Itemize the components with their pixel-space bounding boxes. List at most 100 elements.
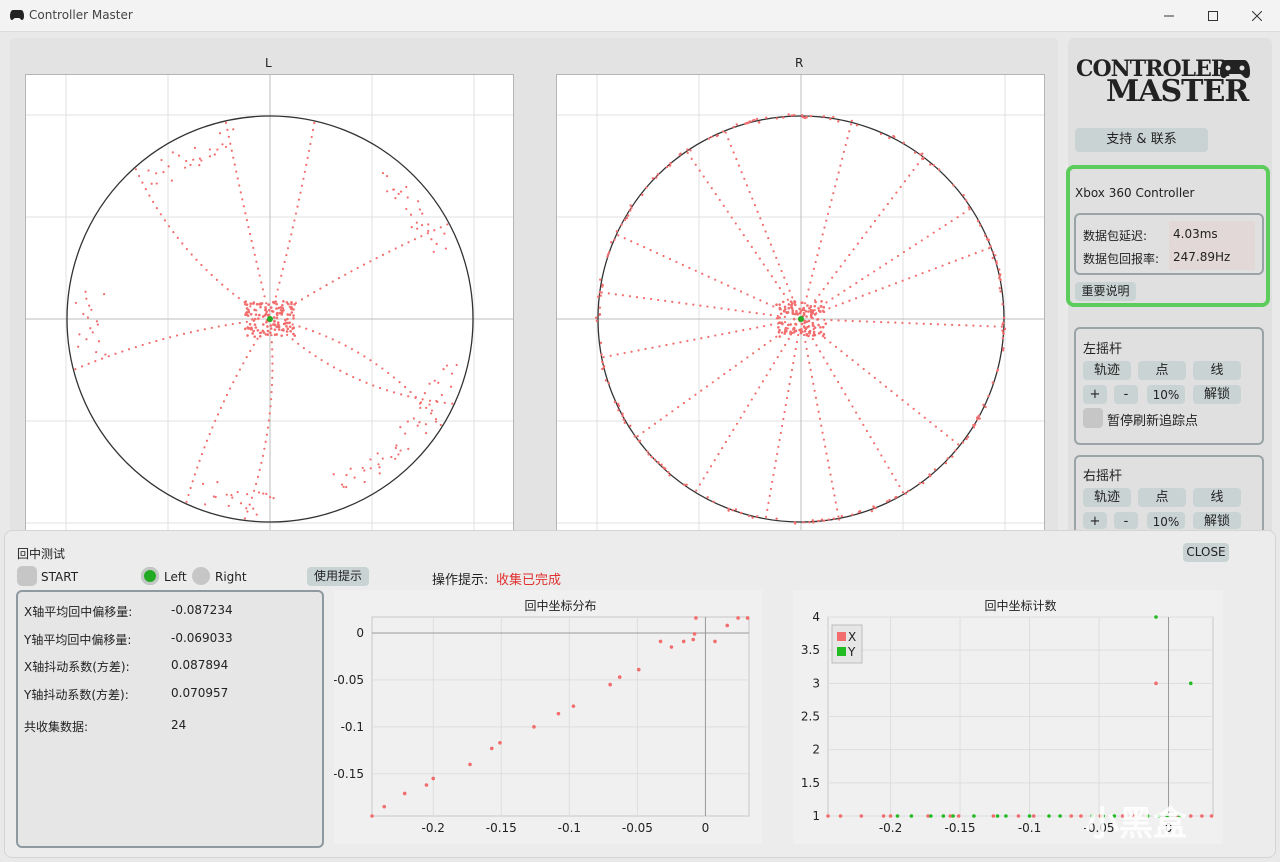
minimize-button[interactable] [1146,0,1192,31]
stat-label: Y轴平均回中偏移量: [24,633,132,647]
left-radio-label: Left [164,570,187,584]
left-plus-button[interactable]: + [1083,385,1107,404]
right-stick-plot [556,74,1045,532]
data-point [1004,814,1008,818]
right-unlock-button[interactable]: 解锁 [1193,512,1241,529]
y-tick-label: 1 [812,809,820,823]
y-tick-label: -0.15 [334,767,364,781]
latency-label: 数据包延迟: [1083,229,1148,243]
data-point [370,814,374,818]
data-point [1154,615,1158,619]
x-tick-label: -0.15 [486,821,517,835]
data-point [1047,814,1051,818]
data-point [956,814,961,818]
chart-title: 回中坐标计数 [984,598,1056,613]
y-tick-label: -0.1 [341,720,364,734]
legend-swatch [837,647,846,656]
data-point [713,639,717,644]
maximize-button[interactable] [1190,0,1236,31]
right-minus-button[interactable]: - [1114,512,1138,529]
left-unlock-button[interactable]: 解锁 [1193,385,1241,404]
y-tick-label: 4 [812,610,820,624]
left-stick-canvas [26,75,513,531]
left-trail-button[interactable]: 轨迹 [1083,361,1131,380]
data-point [929,814,933,818]
left-minus-button[interactable]: - [1114,385,1138,404]
right-line-button[interactable]: 线 [1193,488,1241,507]
rate-label: 数据包回报率: [1083,252,1160,266]
data-point [691,637,695,642]
legend-label: Y [847,645,856,659]
data-point [617,675,622,679]
data-point [1031,814,1036,818]
data-point [1209,814,1214,818]
maximize-icon [1208,10,1218,21]
x-tick-label: 0 [702,821,710,835]
right-radio[interactable] [192,567,210,585]
right-trail-button[interactable]: 轨迹 [1083,488,1131,507]
pause-refresh-checkbox[interactable] [1083,408,1103,428]
left-percent-button[interactable]: 10% [1147,385,1185,404]
data-point [468,762,472,767]
data-point [1188,814,1193,818]
left-radio[interactable] [141,567,159,585]
data-point [1079,814,1083,818]
app-logo: CONTROLER MASTER [1076,56,1256,112]
left-stick-plot [25,74,514,532]
data-point [972,814,976,818]
data-point [382,804,387,809]
watermark: 小黑盒 [1085,804,1187,844]
rate-value: 247.89Hz [1173,250,1231,264]
operation-status: 收集已完成 [496,573,562,588]
legend-box [831,624,863,664]
gamepad-icon [10,10,24,20]
close-icon [1252,10,1262,21]
right-dot-button[interactable]: 点 [1138,488,1186,507]
right-percent-button[interactable]: 10% [1147,512,1185,529]
right-plus-button[interactable]: + [1083,512,1107,529]
right-stick-canvas [557,75,1044,531]
data-point [995,814,1000,818]
data-point [736,616,740,620]
important-notes-button[interactable]: 重要说明 [1075,282,1136,301]
legend-label: X [848,630,856,644]
data-point [725,623,730,628]
y-tick-label: 3 [812,676,820,690]
operation-hint-label: 操作提示: [432,573,489,588]
legend-swatch [837,632,846,641]
left-line-button[interactable]: 线 [1193,361,1241,380]
data-point [608,682,612,687]
data-point [692,632,697,636]
data-point [1027,814,1032,818]
center-dot [267,316,273,322]
stat-value: 24 [171,718,187,732]
data-point [838,814,843,818]
window-title: Controller Master [29,8,133,22]
left-dot-button[interactable]: 点 [1138,361,1186,380]
data-point [1200,814,1204,818]
distribution-chart-svg: 回中坐标分布 -0.2 -0.15 -0.1 -0.05 0 0 -0.05 -0.1 -0.15 [333,598,750,835]
close-window-button[interactable] [1234,0,1280,31]
data-point [532,725,536,729]
pause-refresh-label: 暂停刷新追踪点 [1107,414,1199,429]
data-point [636,667,641,672]
left-stick-title: 左摇杆 [1083,342,1123,357]
y-tick-label: 2 [812,743,820,757]
trace-points [74,121,458,520]
device-name: Xbox 360 Controller [1075,186,1195,200]
support-contact-button[interactable]: 支持 & 联系 [1075,128,1208,152]
start-checkbox[interactable] [17,566,37,586]
y-tick-label: 0 [356,626,364,640]
y-tick-label: 2.5 [801,710,820,724]
right-radio-label: Right [215,570,247,584]
usage-hint-button[interactable]: 使用提示 [307,567,369,586]
center-distribution-chart: 回中坐标分布 -0.2 -0.15 -0.1 -0.05 0 0 -0.05 -0.1 -0.15 [333,590,762,844]
center-dot [798,316,804,322]
data-point [669,645,674,649]
data-point [402,791,407,796]
data-point [1154,681,1158,686]
center-test-title: 回中测试 [17,547,66,561]
start-label: START [41,570,79,584]
close-test-button[interactable]: CLOSE [1183,543,1229,562]
y-tick-label: 3.5 [801,643,820,657]
